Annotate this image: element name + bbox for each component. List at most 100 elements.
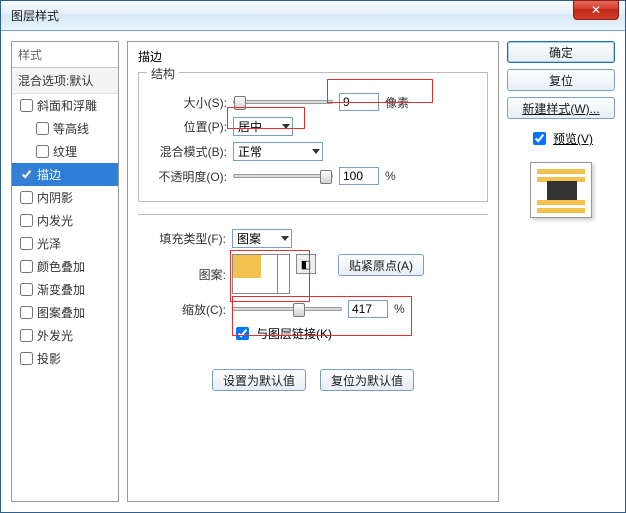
- style-checkbox[interactable]: [36, 122, 49, 135]
- style-label: 纹理: [53, 143, 77, 160]
- opacity-slider[interactable]: [233, 174, 333, 178]
- slider-thumb[interactable]: [293, 303, 305, 317]
- style-checkbox[interactable]: [20, 214, 33, 227]
- structure-legend: 结构: [147, 65, 179, 82]
- new-style-button[interactable]: 新建样式(W)...: [507, 97, 615, 119]
- scale-unit: %: [394, 302, 405, 316]
- style-label: 投影: [37, 350, 61, 367]
- style-checkbox[interactable]: [36, 145, 49, 158]
- fill-group: 填充类型(F): 图案 图案: ◧ 贴紧原点(A): [138, 214, 488, 359]
- link-label: 与图层链接(K): [256, 325, 332, 342]
- style-item-satin[interactable]: 光泽: [12, 232, 118, 255]
- style-item-bevel[interactable]: 斜面和浮雕: [12, 94, 118, 117]
- chevron-down-icon: [281, 236, 289, 241]
- style-label: 等高线: [53, 120, 89, 137]
- style-item-dropShadow[interactable]: 投影: [12, 347, 118, 370]
- stroke-settings-panel: 描边 结构 大小(S): 像素 位置(P): 居中: [127, 41, 499, 502]
- link-row: 与图层链接(K): [148, 324, 478, 343]
- new-pattern-icon-button[interactable]: ◧: [296, 254, 316, 274]
- filltype-value: 图案: [237, 230, 261, 247]
- window-title: 图层样式: [11, 7, 59, 24]
- style-item-patOverlay[interactable]: 图案叠加: [12, 301, 118, 324]
- style-checkbox[interactable]: [20, 352, 33, 365]
- size-unit: 像素: [385, 94, 409, 111]
- style-item-colorOverlay[interactable]: 颜色叠加: [12, 255, 118, 278]
- style-item-stroke[interactable]: 描边: [12, 163, 118, 186]
- titlebar[interactable]: 图层样式 ✕: [1, 1, 625, 31]
- size-slider[interactable]: [233, 100, 333, 104]
- preview-thumbnail: [530, 162, 592, 218]
- style-checkbox[interactable]: [20, 306, 33, 319]
- opacity-row: 不透明度(O): %: [149, 167, 477, 185]
- ok-button[interactable]: 确定: [507, 41, 615, 63]
- pattern-picker[interactable]: [232, 254, 290, 294]
- style-item-outerGlow[interactable]: 外发光: [12, 324, 118, 347]
- pattern-label: 图案:: [148, 254, 226, 283]
- style-label: 图案叠加: [37, 304, 85, 321]
- style-label: 渐变叠加: [37, 281, 85, 298]
- snap-origin-button[interactable]: 贴紧原点(A): [338, 254, 424, 276]
- filltype-row: 填充类型(F): 图案: [148, 229, 478, 248]
- make-default-button[interactable]: 设置为默认值: [212, 369, 306, 391]
- panel-title: 描边: [138, 48, 162, 65]
- style-label: 描边: [37, 166, 61, 183]
- size-row: 大小(S): 像素: [149, 93, 477, 111]
- defaults-row: 设置为默认值 复位为默认值: [138, 369, 488, 391]
- scale-label: 缩放(C):: [148, 301, 226, 318]
- style-checkbox[interactable]: [20, 260, 33, 273]
- style-label: 光泽: [37, 235, 61, 252]
- style-item-innerShadow[interactable]: 内阴影: [12, 186, 118, 209]
- scale-input[interactable]: [348, 300, 388, 318]
- filltype-combo[interactable]: 图案: [232, 229, 292, 248]
- reset-default-button[interactable]: 复位为默认值: [320, 369, 414, 391]
- blendmode-combo[interactable]: 正常: [233, 142, 323, 161]
- pattern-dropdown[interactable]: [277, 255, 289, 293]
- pattern-preview: [233, 255, 261, 278]
- style-label: 斜面和浮雕: [37, 97, 97, 114]
- blending-options-item[interactable]: 混合选项:默认: [12, 68, 118, 94]
- dialog-body: 样式 混合选项:默认 斜面和浮雕等高线纹理描边内阴影内发光光泽颜色叠加渐变叠加图…: [1, 31, 625, 512]
- style-label: 内阴影: [37, 189, 73, 206]
- cancel-button[interactable]: 复位: [507, 69, 615, 91]
- pattern-row: 图案: ◧ 贴紧原点(A): [148, 254, 478, 294]
- close-button[interactable]: ✕: [573, 0, 619, 20]
- style-checkbox[interactable]: [20, 329, 33, 342]
- size-label: 大小(S):: [149, 94, 227, 111]
- style-item-innerGlow[interactable]: 内发光: [12, 209, 118, 232]
- position-row: 位置(P): 居中: [149, 117, 477, 136]
- style-checkbox[interactable]: [20, 191, 33, 204]
- style-label: 颜色叠加: [37, 258, 85, 275]
- blendmode-row: 混合模式(B): 正常: [149, 142, 477, 161]
- style-checkbox[interactable]: [20, 283, 33, 296]
- chevron-down-icon: [282, 124, 290, 129]
- position-label: 位置(P):: [149, 118, 227, 135]
- style-item-gradOverlay[interactable]: 渐变叠加: [12, 278, 118, 301]
- style-checkbox[interactable]: [20, 99, 33, 112]
- style-label: 外发光: [37, 327, 73, 344]
- style-checkbox[interactable]: [20, 168, 33, 181]
- preview-label: 预览(V): [553, 130, 593, 147]
- scale-slider[interactable]: [232, 307, 342, 311]
- style-label: 内发光: [37, 212, 73, 229]
- style-item-texture[interactable]: 纹理: [12, 140, 118, 163]
- opacity-input[interactable]: [339, 167, 379, 185]
- styles-list-panel: 样式 混合选项:默认 斜面和浮雕等高线纹理描边内阴影内发光光泽颜色叠加渐变叠加图…: [11, 41, 119, 502]
- link-with-layer-checkbox[interactable]: 与图层链接(K): [232, 324, 332, 343]
- slider-thumb[interactable]: [320, 170, 332, 184]
- blendmode-value: 正常: [238, 143, 262, 160]
- preview-checkbox-input[interactable]: [533, 132, 546, 145]
- preview-checkbox[interactable]: 预览(V): [507, 129, 615, 148]
- scale-row: 缩放(C): %: [148, 300, 478, 318]
- slider-thumb[interactable]: [234, 96, 246, 110]
- position-combo[interactable]: 居中: [233, 117, 293, 136]
- link-checkbox-input[interactable]: [236, 327, 249, 340]
- opacity-unit: %: [385, 169, 396, 183]
- size-input[interactable]: [339, 93, 379, 111]
- blendmode-label: 混合模式(B):: [149, 143, 227, 160]
- chevron-down-icon: [312, 149, 320, 154]
- opacity-label: 不透明度(O):: [149, 168, 227, 185]
- style-item-contour[interactable]: 等高线: [12, 117, 118, 140]
- position-value: 居中: [238, 118, 262, 135]
- style-checkbox[interactable]: [20, 237, 33, 250]
- layer-style-dialog: 图层样式 ✕ 样式 混合选项:默认 斜面和浮雕等高线纹理描边内阴影内发光光泽颜色…: [0, 0, 626, 513]
